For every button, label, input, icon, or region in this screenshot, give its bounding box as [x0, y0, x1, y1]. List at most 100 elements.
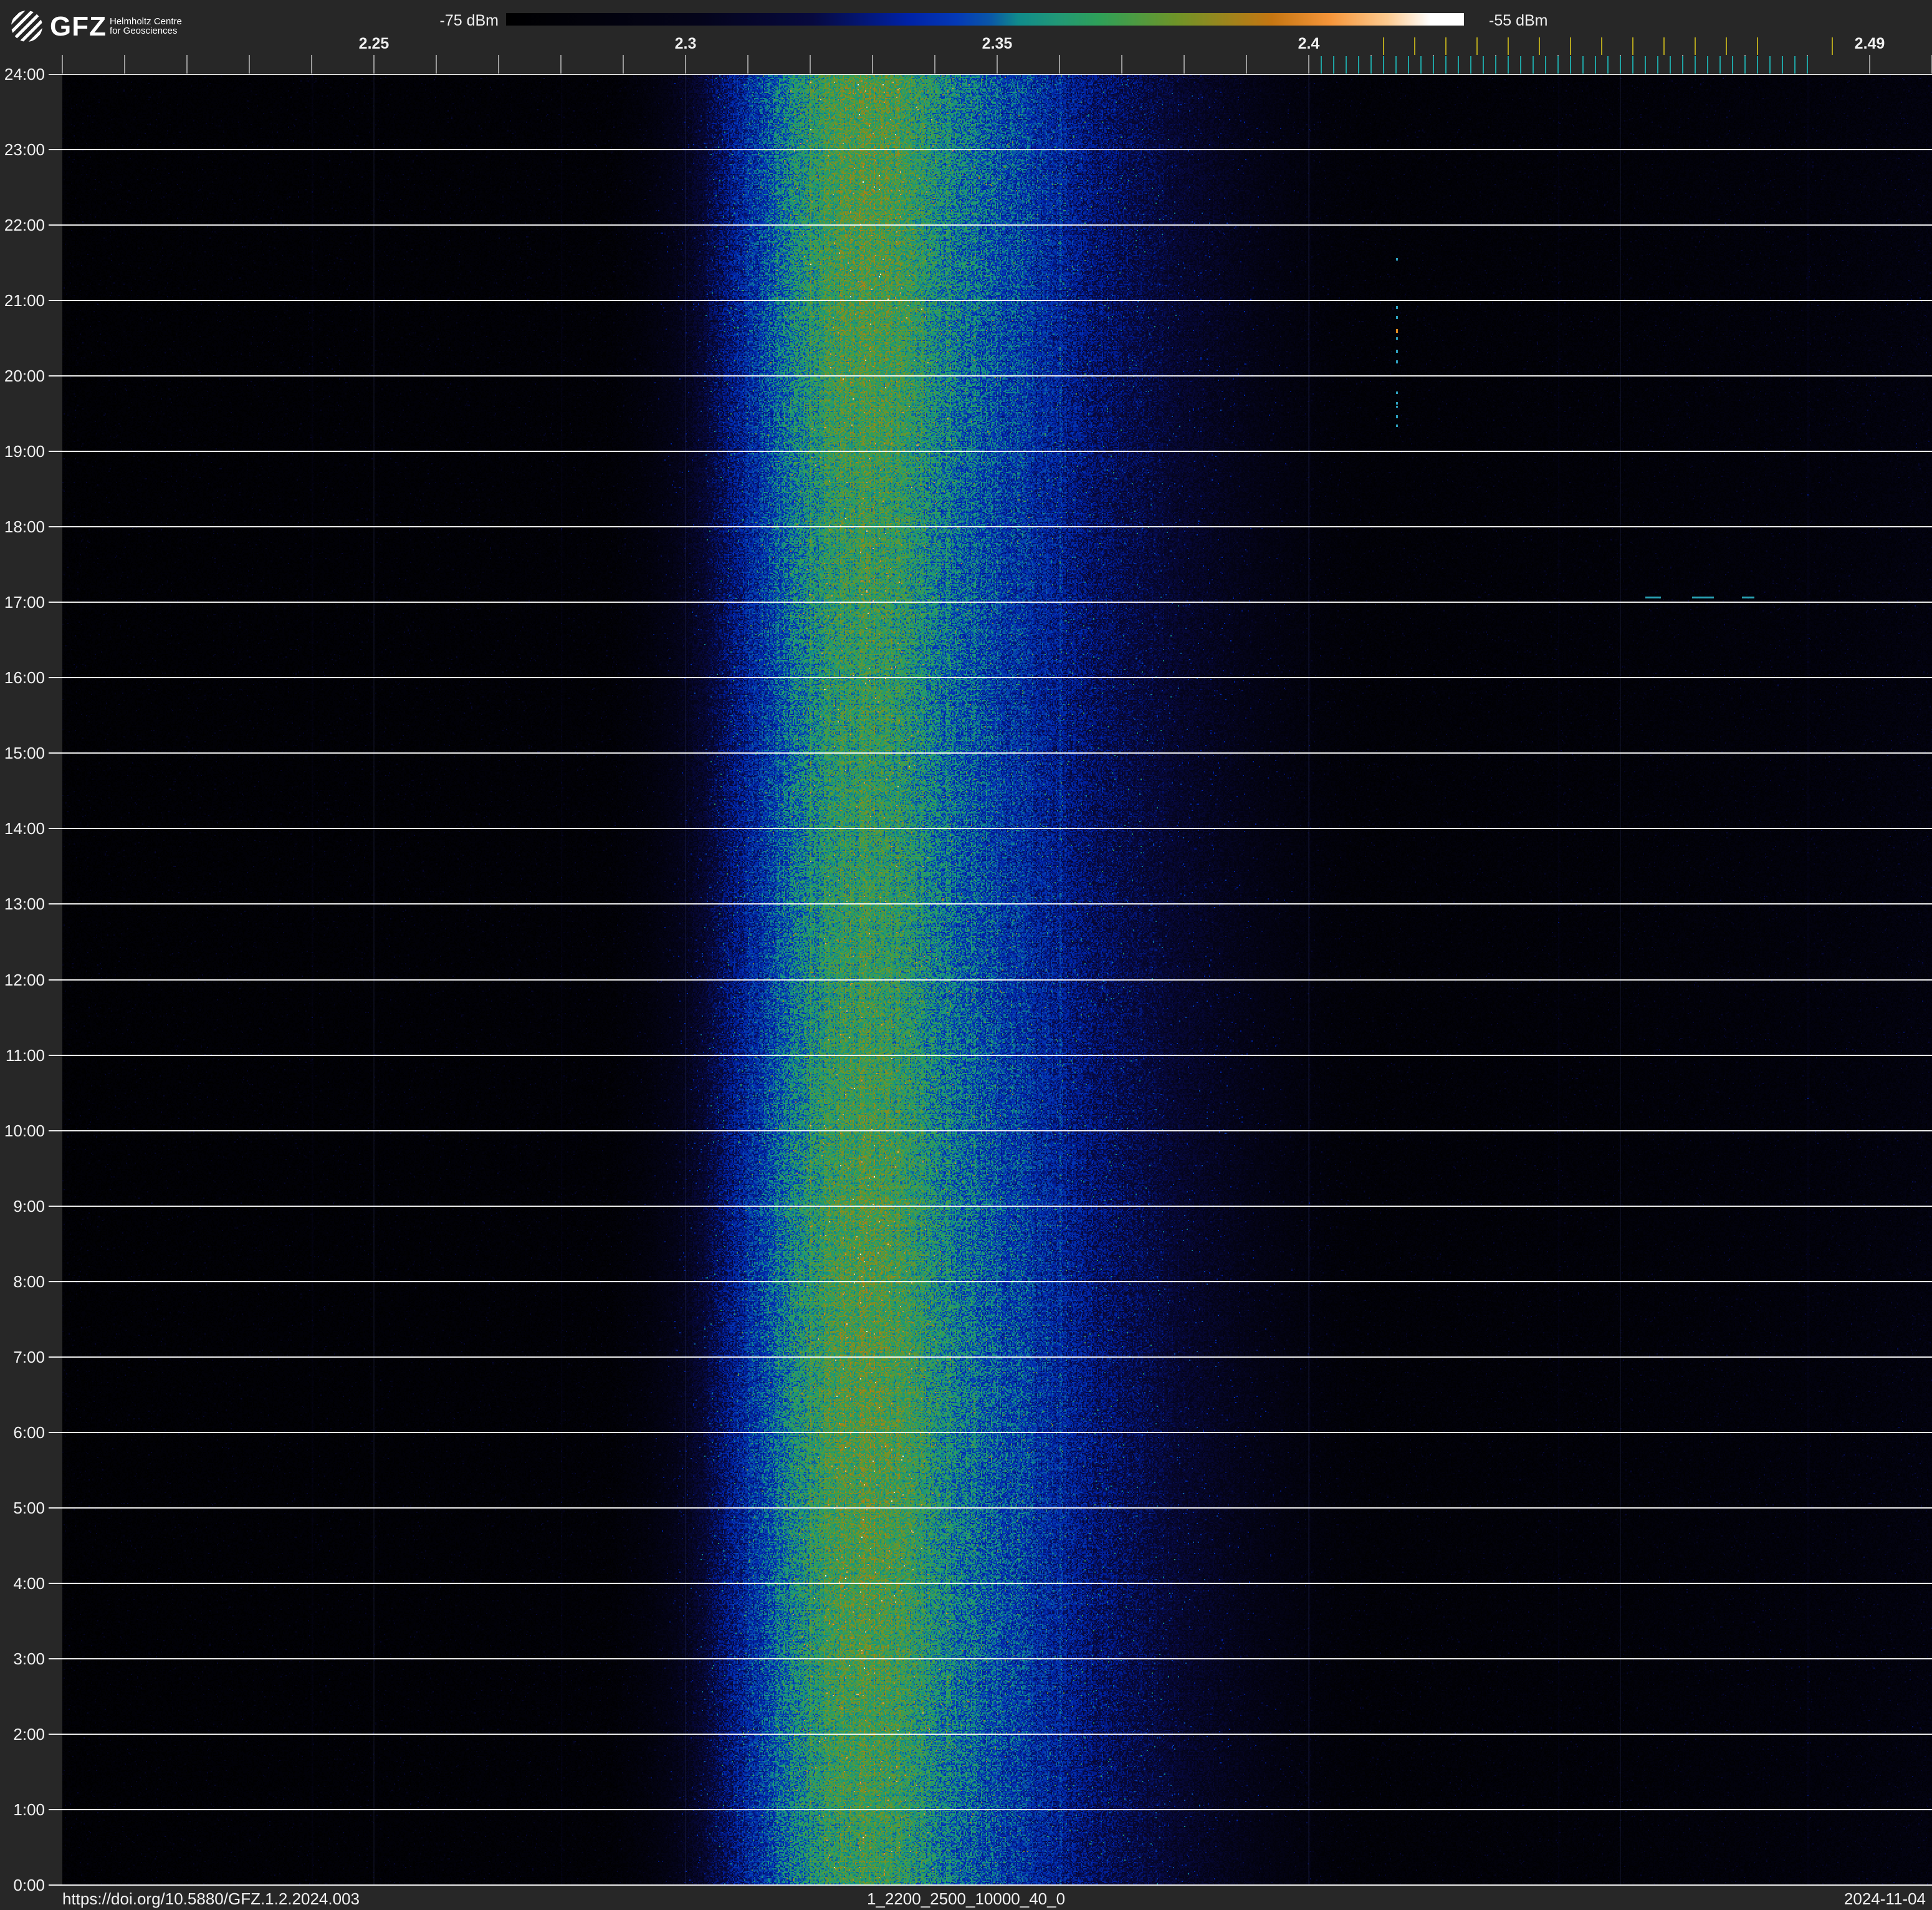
wifi-channel-tick	[1832, 37, 1833, 55]
hour-gridline	[49, 1130, 1932, 1131]
wifi-channel-tick	[1663, 37, 1665, 55]
freq-minor-tick	[249, 55, 250, 74]
freq-tick-label: 2.35	[982, 35, 1013, 52]
hour-gridline	[49, 526, 1932, 528]
freq-minor-tick	[186, 55, 188, 74]
ble-channel-tick	[1358, 56, 1359, 74]
ble-channel-tick	[1657, 56, 1658, 74]
hour-gridline	[49, 1205, 1932, 1207]
ble-channel-tick	[1707, 56, 1708, 74]
freq-minor-tick	[1246, 55, 1247, 74]
freq-minor-tick	[373, 55, 375, 74]
freq-tick-label: 2.3	[674, 35, 697, 52]
hour-gridline	[49, 677, 1932, 679]
freq-minor-tick	[872, 55, 873, 74]
freq-minor-tick	[436, 55, 437, 74]
footer-bar: https://doi.org/10.5880/GFZ.1.2.2024.003…	[0, 1886, 1932, 1910]
gfz-globe-icon	[11, 11, 42, 42]
hour-label: 22:00	[4, 216, 45, 235]
wifi-channel-tick	[1726, 37, 1727, 55]
hour-label: 9:00	[13, 1196, 45, 1216]
ble-channel-tick	[1732, 56, 1733, 74]
ble-channel-tick	[1370, 56, 1372, 74]
hour-gridline	[49, 1054, 1932, 1056]
ble-channel-tick	[1607, 56, 1609, 74]
ble-channel-tick	[1782, 56, 1783, 74]
hour-gridline	[49, 903, 1932, 905]
gfz-logo-org-name: Helmholtz Centre for Geosciences	[110, 17, 182, 36]
freq-minor-tick	[747, 55, 748, 74]
ble-channel-tick	[1508, 56, 1509, 74]
date-text: 2024-11-04	[1844, 1889, 1926, 1908]
wifi-channel-tick	[1414, 37, 1415, 55]
hour-label: 14:00	[4, 819, 45, 838]
hour-label: 3:00	[13, 1649, 45, 1668]
ble-channel-tick	[1695, 56, 1696, 74]
hour-label: 11:00	[5, 1045, 45, 1065]
freq-minor-tick	[1121, 55, 1122, 74]
org-line-2: for Geosciences	[110, 26, 178, 36]
hour-label: 13:00	[4, 895, 45, 914]
ble-channel-tick	[1445, 56, 1447, 74]
hour-label: 23:00	[4, 140, 45, 160]
colorbar-gradient	[506, 13, 1464, 26]
freq-minor-tick	[623, 55, 624, 74]
freq-minor-tick	[124, 55, 125, 74]
freq-minor-tick	[1308, 55, 1309, 74]
hour-gridline	[49, 828, 1932, 830]
hour-label: 18:00	[4, 517, 45, 537]
freq-minor-tick	[934, 55, 935, 74]
ble-channel-tick	[1533, 56, 1534, 74]
hour-label: 24:00	[4, 65, 45, 84]
hour-label: 5:00	[13, 1498, 45, 1517]
hour-label: 19:00	[4, 442, 45, 461]
wifi-channel-tick	[1539, 37, 1540, 55]
wifi-channel-tick	[1383, 37, 1384, 55]
hour-gridline	[49, 224, 1932, 226]
freq-minor-tick	[1059, 55, 1060, 74]
freq-minor-tick	[1869, 55, 1870, 74]
ble-channel-tick	[1794, 56, 1796, 74]
colorbar-max-label: -55 dBm	[1489, 12, 1548, 29]
ble-channel-tick	[1570, 56, 1571, 74]
wifi-channel-tick	[1757, 37, 1758, 55]
hour-label: 6:00	[13, 1423, 45, 1442]
ble-channel-tick	[1719, 56, 1721, 74]
hour-gridline	[49, 602, 1932, 603]
wifi-channel-tick	[1570, 37, 1571, 55]
hour-label: 17:00	[4, 593, 45, 612]
freq-minor-tick	[311, 55, 312, 74]
ble-channel-tick	[1433, 56, 1434, 74]
hour-gridline	[49, 1658, 1932, 1659]
org-line-1: Helmholtz Centre	[110, 16, 182, 27]
wifi-channel-tick	[1695, 37, 1696, 55]
hour-gridline	[49, 149, 1932, 151]
wifi-channel-tick	[1476, 37, 1478, 55]
colorbar-min-label: -75 dBm	[439, 12, 499, 29]
hour-gridline	[49, 1884, 1932, 1886]
hour-label: 21:00	[4, 291, 45, 310]
ble-channel-tick	[1620, 56, 1621, 74]
freq-minor-tick	[498, 55, 499, 74]
ble-channel-tick	[1670, 56, 1671, 74]
ble-channel-tick	[1582, 56, 1584, 74]
ble-channel-tick	[1545, 56, 1546, 74]
hour-label: 10:00	[4, 1121, 45, 1140]
hour-gridline	[49, 1280, 1932, 1282]
hour-label: 4:00	[13, 1573, 45, 1593]
ble-channel-tick	[1458, 56, 1459, 74]
hour-label: 2:00	[13, 1724, 45, 1744]
ble-channel-tick	[1645, 56, 1646, 74]
freq-tick-label: 2.4	[1298, 35, 1320, 52]
freq-tick-label: 2.49	[1854, 35, 1885, 52]
hour-label: 12:00	[4, 970, 45, 989]
hour-gridline	[49, 1808, 1932, 1810]
hour-label: 7:00	[13, 1347, 45, 1366]
ble-channel-tick	[1408, 56, 1409, 74]
hour-label: 20:00	[4, 367, 45, 386]
freq-tick-label: 2.25	[358, 35, 390, 52]
ble-channel-tick	[1682, 56, 1683, 74]
gfz-logo-acronym: GFZ	[50, 11, 107, 42]
wifi-channel-tick	[1508, 37, 1509, 55]
ble-channel-tick	[1483, 56, 1484, 74]
